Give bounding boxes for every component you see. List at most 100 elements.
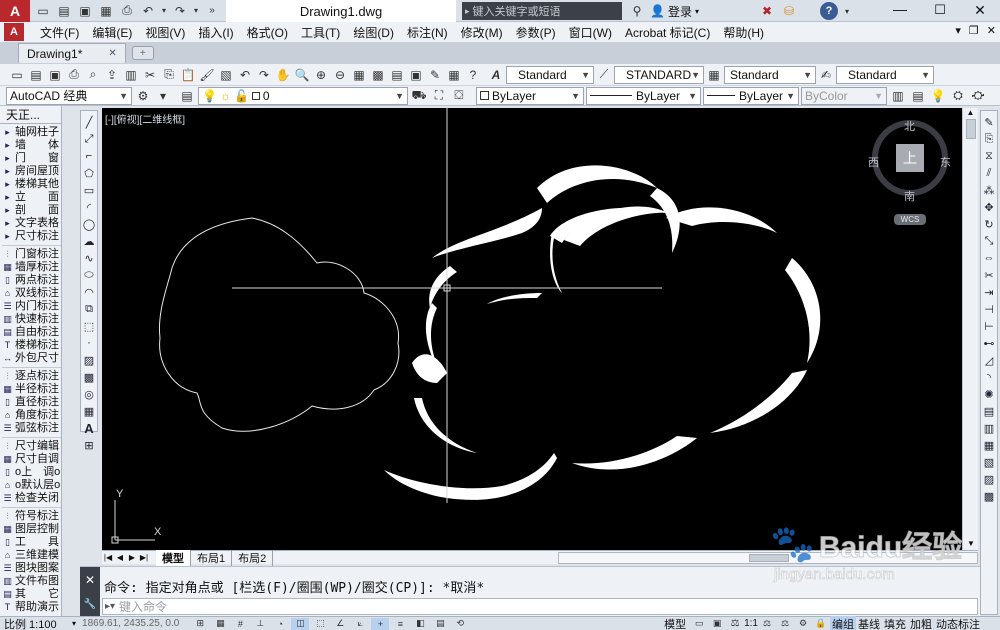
move-icon[interactable]: ✥ [981, 199, 997, 215]
dynamic-input-icon[interactable]: + [371, 617, 390, 630]
sidebar-item[interactable]: ⫶ 尺寸编辑 [2, 440, 61, 453]
sidebar-title[interactable]: 天正... [0, 106, 61, 124]
tab-last-icon[interactable]: ▶| [138, 553, 150, 562]
table-icon[interactable]: ▦ [81, 403, 97, 419]
layer-off-icon[interactable]: ⛮ [969, 87, 987, 105]
search-box[interactable]: ▸ 键入关键字或短语 [462, 2, 622, 20]
copy-icon[interactable]: ⎘ [160, 66, 178, 84]
arc-icon[interactable]: ◜ [81, 199, 97, 215]
status-toggle[interactable]: 基线 [856, 616, 882, 630]
make-block-icon[interactable]: ⬚ [81, 318, 97, 334]
calculator-icon[interactable]: ▦ [445, 66, 463, 84]
array-icon[interactable]: ⁂ [981, 182, 997, 198]
polyline-icon[interactable]: ⌐ [81, 148, 97, 164]
spline-icon[interactable]: ∿ [81, 250, 97, 266]
sidebar-item[interactable]: ☰ 弧弦标注 [2, 422, 61, 435]
sidebar-item[interactable]: ⫶ 符号标注 [2, 510, 61, 523]
sidebar-item[interactable]: ▸ 立 面 [2, 191, 61, 204]
sidebar-item[interactable]: ⌂ 三维建模 [2, 549, 61, 562]
sidebar-item[interactable]: ▸ 房间屋顶 [2, 165, 61, 178]
tab-prev-icon[interactable]: ◀ [114, 553, 126, 562]
paste-icon[interactable]: 📋 [179, 66, 197, 84]
scroll-thumb[interactable] [965, 119, 976, 139]
menu-item[interactable]: Acrobat 标记(C) [625, 24, 710, 41]
zoom-window-icon[interactable]: ⊕ [312, 66, 330, 84]
lock-ui-icon[interactable]: 🔒 [812, 618, 830, 630]
text-style-icon[interactable]: A [487, 66, 505, 84]
3d-object-snap-icon[interactable]: ⬚ [311, 618, 329, 630]
close-button[interactable]: ✕ [960, 0, 1000, 22]
menu-item[interactable]: 文件(F) [40, 24, 79, 41]
extend-icon[interactable]: ⇥ [981, 284, 997, 300]
sidebar-item[interactable]: ▸ 门 窗 [2, 152, 61, 165]
exchange-icon[interactable]: ✖ [758, 2, 776, 20]
cut-icon[interactable]: ✂ [141, 66, 159, 84]
polygon-icon[interactable]: ⬠ [81, 165, 97, 181]
menu-item[interactable]: 参数(P) [516, 24, 556, 41]
coordinate-display[interactable]: 1869.61, 2435.25, 0.0 [82, 618, 179, 629]
sidebar-item[interactable]: ⌂ 双线标注 [2, 287, 61, 300]
redo-icon[interactable]: ↷ [171, 2, 189, 20]
ellipse-icon[interactable]: ⬭ [81, 267, 97, 283]
help-dropdown-icon[interactable]: ▾ [838, 2, 856, 20]
sidebar-item[interactable]: T 帮助演示 [2, 601, 61, 614]
sidebar-item[interactable]: ⫶ 门窗标注 [2, 248, 61, 261]
help-icon[interactable]: ? [464, 66, 482, 84]
trim-icon[interactable]: ✂ [981, 267, 997, 283]
command-window-handle[interactable]: ✕ 🔧 [80, 567, 100, 617]
command-prompt-icon[interactable]: ▸▾ [105, 601, 115, 612]
match-properties-icon[interactable]: 🖌 [198, 66, 216, 84]
sidebar-item[interactable]: ▯ 工 具 [2, 536, 61, 549]
menu-item[interactable]: 修改(M) [461, 24, 503, 41]
zoom-realtime-icon[interactable]: 🔍 [293, 66, 311, 84]
app-store-icon[interactable]: ⛁ [780, 2, 798, 20]
layer-tool-6-icon[interactable]: ▩ [981, 488, 997, 504]
undo-icon[interactable]: ↶ [139, 2, 157, 20]
make-current-layer-icon[interactable]: ⛟ [410, 87, 428, 105]
quick-view-drawings-icon[interactable]: ▣ [708, 618, 726, 630]
text-style-select[interactable]: Standard ▼ [506, 65, 594, 84]
wcs-menu[interactable]: WCS [894, 214, 926, 225]
new-icon[interactable]: ▭ [8, 66, 26, 84]
hatch-icon[interactable]: ▨ [81, 352, 97, 368]
pan-icon[interactable]: ✋ [274, 66, 292, 84]
app-logo[interactable]: A [0, 0, 30, 22]
help-icon[interactable]: ? [820, 2, 838, 20]
quick-view-layouts-icon[interactable]: ▭ [690, 618, 708, 630]
markup-icon[interactable]: ✎ [426, 66, 444, 84]
quick-properties-icon[interactable]: ▤ [431, 618, 449, 630]
copy-object-icon[interactable]: ⎘ [981, 131, 997, 147]
break-at-point-icon[interactable]: ⊣ [981, 301, 997, 317]
menu-item[interactable]: 插入(I) [198, 24, 233, 41]
break-icon[interactable]: ⊢ [981, 318, 997, 334]
menu-item[interactable]: 工具(T) [301, 24, 340, 41]
sidebar-item[interactable]: ▦ 半径标注 [2, 383, 61, 396]
layer-states-icon[interactable]: ⛋ [450, 87, 468, 105]
sidebar-item[interactable]: ▦ 尺寸自调 [2, 453, 61, 466]
object-snap-icon[interactable]: ◫ [291, 617, 310, 630]
publish-icon[interactable]: ⇪ [103, 66, 121, 84]
offset-icon[interactable]: ⫽ [981, 165, 997, 181]
menu-item[interactable]: 帮助(H) [723, 24, 764, 41]
snap-mode-icon[interactable]: ▦ [211, 618, 229, 630]
annotation-visibility-icon[interactable]: ⚖ [758, 618, 776, 630]
horizontal-scrollbar[interactable] [558, 551, 978, 564]
sidebar-item[interactable]: ▸ 剖 面 [2, 204, 61, 217]
status-toggle[interactable]: 动态标注 [934, 616, 982, 630]
sidebar-item[interactable]: ⌂ o默认层o [2, 479, 61, 492]
document-tab-close-icon[interactable]: ✕ [108, 48, 116, 59]
ellipse-arc-icon[interactable]: ◠ [81, 284, 97, 300]
sheet-set-icon[interactable]: ▣ [407, 66, 425, 84]
document-tab[interactable]: Drawing1* ✕ [18, 43, 126, 63]
status-toggle[interactable]: 加粗 [908, 616, 934, 630]
viewcube-south[interactable]: 南 [904, 188, 915, 204]
viewcube-west[interactable]: 西 [868, 154, 879, 170]
menu-app-icon[interactable]: A [4, 23, 24, 41]
open-icon[interactable]: ▤ [55, 2, 73, 20]
undo-icon[interactable]: ↶ [236, 66, 254, 84]
color-select[interactable]: ByLayer ▼ [476, 86, 584, 105]
sidebar-item[interactable]: ▸ 轴网柱子 [2, 126, 61, 139]
viewcube-east[interactable]: 东 [940, 154, 951, 170]
scale-icon[interactable]: ⤡ [981, 233, 997, 249]
layer-select[interactable]: 💡 ☼ 🔓 0 ▼ [198, 86, 408, 105]
